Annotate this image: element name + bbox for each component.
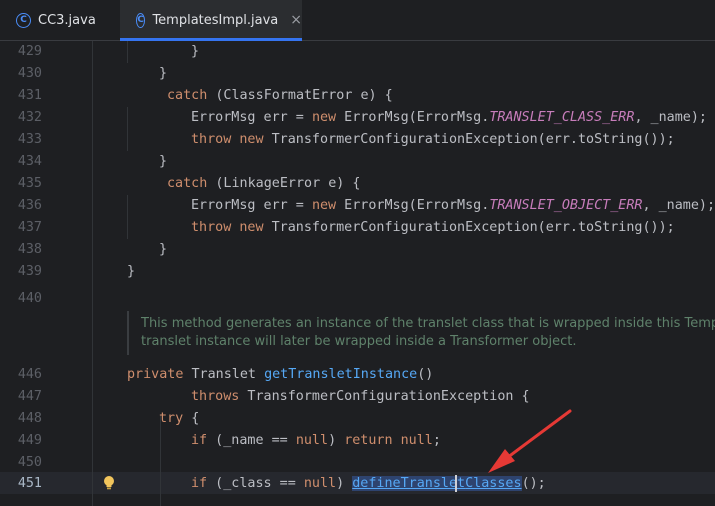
indent-guide (127, 195, 128, 239)
line-number[interactable]: 433 (0, 129, 42, 151)
code-line[interactable]: ErrorMsg err = new ErrorMsg(ErrorMsg.TRA… (191, 195, 715, 217)
code-line[interactable]: } (159, 63, 167, 85)
line-number[interactable]: 437 (0, 217, 42, 239)
code-line[interactable]: private Translet getTransletInstance() (127, 364, 433, 386)
line-number[interactable]: 439 (0, 261, 42, 283)
line-number[interactable]: 432 (0, 107, 42, 129)
define-translet-classes-link[interactable]: defineTransletClasses (352, 476, 522, 491)
line-number[interactable]: 429 (0, 41, 42, 63)
rendered-javadoc[interactable]: This method generates an instance of the… (127, 311, 715, 355)
code-line[interactable]: ErrorMsg err = new ErrorMsg(ErrorMsg.TRA… (191, 107, 707, 129)
line-number[interactable]: 440 (0, 288, 42, 310)
code-line[interactable]: try { (159, 408, 199, 430)
line-number[interactable]: 448 (0, 408, 42, 430)
java-class-icon: C (136, 12, 146, 28)
code-line-current[interactable]: if (_class == null) defineTransletClasse… (191, 473, 546, 495)
close-icon[interactable]: × (290, 12, 302, 28)
code-line[interactable]: throws TransformerConfigurationException… (191, 386, 530, 408)
javadoc-line: translet instance will later be wrapped … (141, 334, 577, 349)
code-line[interactable]: catch (ClassFormatError e) { (167, 85, 393, 107)
code-line[interactable]: catch (LinkageError e) { (167, 173, 361, 195)
line-number[interactable]: 436 (0, 195, 42, 217)
lightbulb-icon[interactable] (102, 475, 116, 491)
line-number[interactable]: 450 (0, 452, 42, 474)
code-line[interactable]: } (159, 239, 167, 261)
java-class-icon: C (16, 12, 31, 28)
tab-templatesimpl-java[interactable]: C TemplatesImpl.java × (120, 0, 302, 41)
code-line[interactable]: throw new TransformerConfigurationExcept… (191, 217, 675, 239)
line-number[interactable]: 446 (0, 364, 42, 386)
line-number-current[interactable]: 451 (0, 473, 42, 495)
text-caret (455, 475, 457, 492)
code-line[interactable]: } (191, 41, 199, 63)
javadoc-line: This method generates an instance of the… (141, 316, 715, 331)
indent-guide (92, 41, 93, 506)
line-number[interactable]: 449 (0, 430, 42, 452)
tab-cc3-java[interactable]: C CC3.java (0, 0, 120, 40)
code-editor[interactable]: 429 430 431 432 433 434 435 436 437 438 … (0, 41, 715, 506)
line-number[interactable]: 434 (0, 151, 42, 173)
line-number[interactable]: 438 (0, 239, 42, 261)
line-number[interactable]: 435 (0, 173, 42, 195)
indent-guide (127, 107, 128, 151)
line-number[interactable]: 430 (0, 63, 42, 85)
code-line[interactable]: if (_name == null) return null; (191, 430, 441, 452)
indent-guide (127, 41, 128, 63)
code-line[interactable]: throw new TransformerConfigurationExcept… (191, 129, 675, 151)
tab-label: TemplatesImpl.java (152, 12, 279, 28)
editor-tab-bar: C CC3.java C TemplatesImpl.java × (0, 0, 715, 41)
line-number[interactable]: 447 (0, 386, 42, 408)
code-line[interactable]: } (159, 151, 167, 173)
tab-label: CC3.java (38, 12, 96, 28)
code-line[interactable]: } (127, 261, 135, 283)
line-number[interactable]: 431 (0, 85, 42, 107)
